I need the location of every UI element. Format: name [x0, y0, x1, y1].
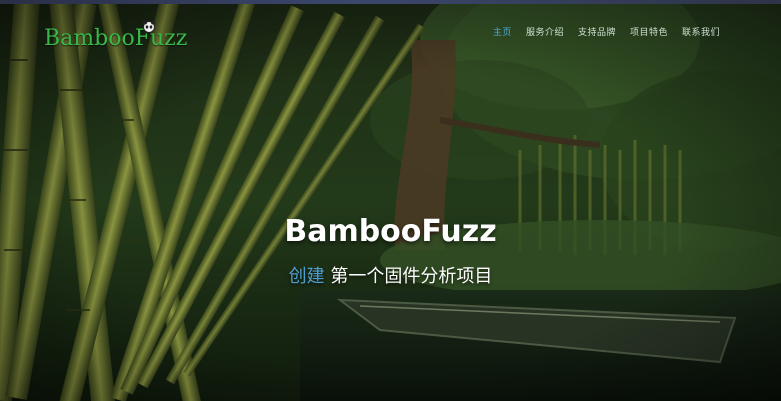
nav-item-features[interactable]: 项目特色	[630, 26, 668, 40]
nav-item-home[interactable]: 主页	[493, 26, 512, 40]
header: BambooFuzz 主页 服务介绍 支持品牌 项目特色 联系我们	[0, 0, 781, 60]
hero-subtitle-rest: 第一个固件分析项目	[324, 266, 493, 287]
hero-subtitle: 创建 第一个固件分析项目	[0, 262, 781, 288]
nav-item-contact[interactable]: 联系我们	[682, 26, 720, 40]
main-nav: 主页 服务介绍 支持品牌 项目特色 联系我们	[493, 26, 720, 40]
hero-background-image	[0, 0, 781, 401]
nav-item-brands[interactable]: 支持品牌	[578, 26, 616, 40]
panda-icon	[143, 20, 155, 33]
hero-title: BambooFuzz	[284, 214, 497, 249]
hero-subtitle-accent: 创建	[288, 266, 325, 287]
page: BambooFuzz 主页 服务介绍 支持品牌 项目特色 联系我们 Bamboo…	[0, 0, 781, 401]
logo-text: BambooFuzz	[44, 26, 188, 51]
nav-item-services[interactable]: 服务介绍	[526, 26, 564, 40]
logo[interactable]: BambooFuzz	[44, 20, 188, 51]
